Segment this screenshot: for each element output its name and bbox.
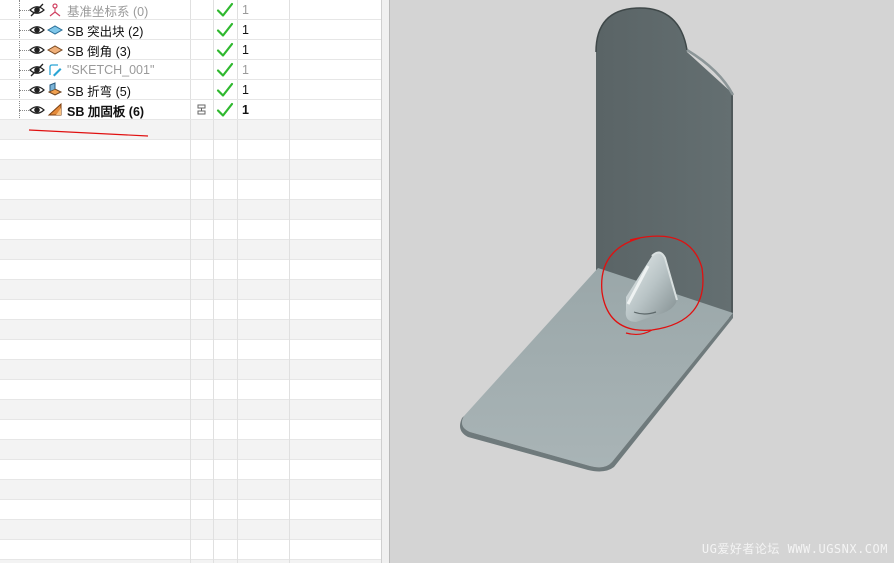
feature-value: 1: [242, 43, 249, 57]
feature-name: "SKETCH_001": [67, 63, 155, 77]
datum-csys-icon: [47, 2, 63, 18]
feature-row[interactable]: SB 加固板 (6) 1: [0, 100, 381, 120]
feature-name: SB 突出块 (2): [67, 24, 144, 39]
feature-row[interactable]: SB 突出块 (2) 1: [0, 20, 381, 40]
tree-connector: [19, 90, 29, 91]
panel-splitter[interactable]: [381, 0, 390, 563]
feature-value: 1: [242, 3, 249, 17]
check-icon: [216, 102, 234, 118]
feature-row[interactable]: 基准坐标系 (0) 1: [0, 0, 381, 20]
eye-icon[interactable]: [29, 42, 45, 58]
hidden-eye-icon[interactable]: [29, 2, 45, 18]
feature-row[interactable]: SB 倒角 (3) 1: [0, 40, 381, 60]
feature-value: 1: [242, 23, 249, 37]
bend-feature-icon: [47, 82, 63, 98]
annotation-underline: [28, 129, 149, 137]
check-icon: [216, 22, 234, 38]
eye-icon[interactable]: [29, 22, 45, 38]
sheet-metal-part: [460, 7, 735, 472]
tree-connector: [19, 50, 29, 51]
tree-connector: [19, 70, 29, 71]
feature-row[interactable]: "SKETCH_001" 1: [0, 60, 381, 80]
hidden-eye-icon[interactable]: [29, 62, 45, 78]
check-icon: [216, 2, 234, 18]
check-icon: [216, 42, 234, 58]
feature-value: 1: [242, 103, 249, 117]
check-icon: [216, 62, 234, 78]
tree-connector: [19, 10, 29, 11]
feature-name: SB 加固板 (6): [67, 104, 145, 119]
eye-icon[interactable]: [29, 82, 45, 98]
gusset-feature-icon: [47, 102, 63, 118]
dependency-icon: [197, 104, 206, 116]
feature-value: 1: [242, 83, 249, 97]
tree-connector: [19, 30, 29, 31]
tab-feature-icon: [46, 22, 64, 38]
feature-row[interactable]: SB 折弯 (5) 1: [0, 80, 381, 100]
graphics-viewport[interactable]: UG爱好者论坛 WWW.UGSNX.COM: [390, 0, 894, 563]
feature-name: 基准坐标系 (0): [67, 4, 149, 19]
watermark-text: UG爱好者论坛 WWW.UGSNX.COM: [701, 542, 888, 556]
feature-value: 1: [242, 63, 249, 77]
part-navigator: 基准坐标系 (0) 1 SB 突出块 (2) 1 SB 倒角 (3) 1 "SKETCH_0…: [0, 0, 381, 563]
chamfer-feature-icon: [46, 42, 64, 58]
feature-name: SB 折弯 (5): [67, 84, 131, 99]
sketch-icon: [47, 62, 63, 78]
eye-icon[interactable]: [29, 102, 45, 118]
tree-connector: [19, 110, 29, 111]
check-icon: [216, 82, 234, 98]
feature-name: SB 倒角 (3): [67, 44, 131, 59]
